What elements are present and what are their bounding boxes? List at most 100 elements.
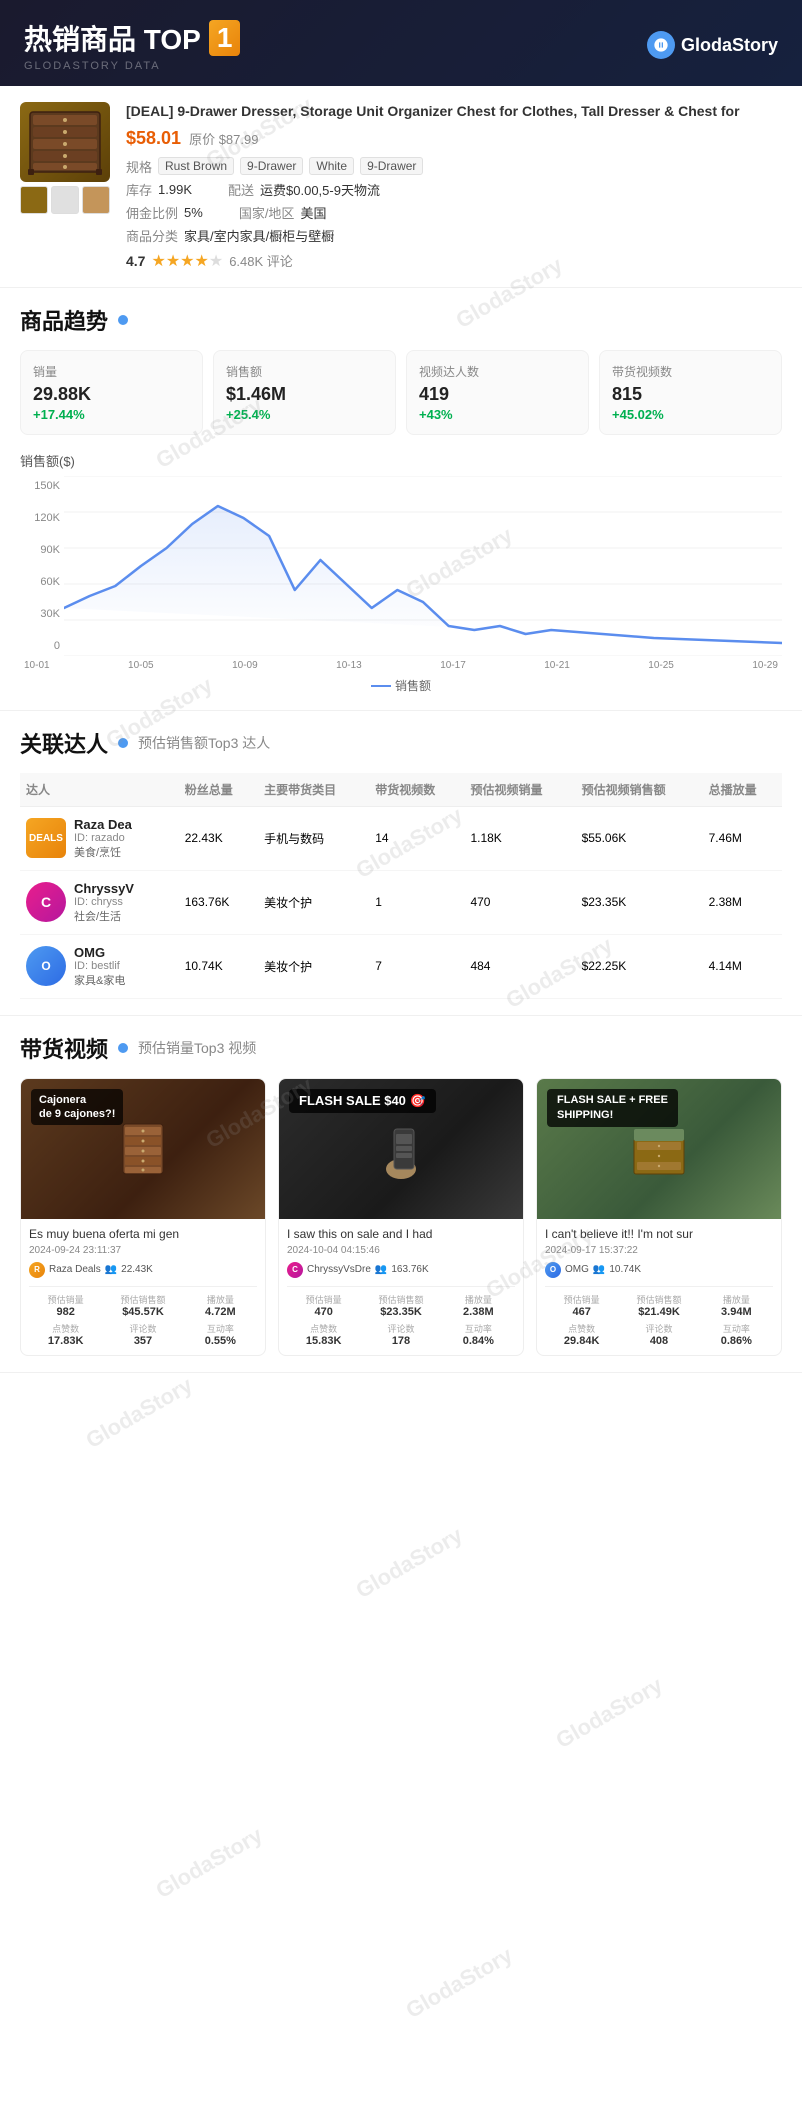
inf-category-tag-1: 美食/烹饪 <box>74 844 132 860</box>
author-avatar-2: C <box>287 1262 303 1278</box>
inf-cell-1: DEALS Raza Dea ID: razado 美食/烹饪 <box>20 806 179 870</box>
logo: GlodaStory <box>647 31 778 59</box>
inf-video-count-3: 7 <box>369 934 464 998</box>
video-stats-top-1: 预估销量 982 预估销售额 $45.57K 播放量 4.72M <box>29 1286 257 1318</box>
logo-icon <box>647 31 675 59</box>
stat-est-revenue-2: 预估销售额 $23.35K <box>364 1293 437 1318</box>
dresser-illustration <box>25 107 105 177</box>
inf-name-2: ChryssyV <box>74 881 134 896</box>
inf-est-revenue-1: $55.06K <box>576 806 703 870</box>
videos-section-header: 带货视频 预估销量Top3 视频 <box>20 1032 782 1064</box>
stat-est-revenue-3: 预估销售额 $21.49K <box>622 1293 695 1318</box>
header-left: 热销商品 TOP 1 GLODASTORY DATA <box>24 18 240 72</box>
product-inner: [DEAL] 9-Drawer Dresser, Storage Unit Or… <box>20 102 782 271</box>
stat-comments-2: 评论数 178 <box>364 1322 437 1347</box>
spec-rust-brown: Rust Brown <box>158 157 234 175</box>
rating-row: 4.7 ★★★★★ 6.48K 评论 <box>126 251 782 271</box>
inf-est-sales-1: 1.18K <box>464 806 575 870</box>
inf-name-3: OMG <box>74 945 125 960</box>
stat-est-revenue-1: 预估销售额 $45.57K <box>106 1293 179 1318</box>
inf-cell-3: O OMG ID: bestlif 家具&家电 <box>20 934 179 998</box>
col-category: 主要带货类目 <box>258 773 369 807</box>
stat-likes-3: 点赞数 29.84K <box>545 1322 618 1347</box>
rating-number: 4.7 <box>126 253 145 269</box>
table-body: DEALS Raza Dea ID: razado 美食/烹饪 22.43K 手… <box>20 806 782 998</box>
video-hand-icon <box>376 1119 426 1179</box>
table-header: 达人 粉丝总量 主要带货类目 带货视频数 预估视频销量 预估视频销售额 总播放量 <box>20 773 782 807</box>
col-influencer: 达人 <box>20 773 179 807</box>
inf-main-cat-2: 美妆个护 <box>258 870 369 934</box>
video-author-3: O OMG 👥 10.74K <box>545 1262 773 1278</box>
inf-id-2: ID: chryss <box>74 896 134 908</box>
video-thumb-2: FLASH SALE $40 🎯 <box>279 1079 523 1219</box>
video-room-icon <box>629 1119 689 1179</box>
spec-row-commission: 佣金比例 5% 国家/地区 美国 <box>126 203 782 222</box>
metric-name-2: 视频达人数 <box>419 363 576 380</box>
video-date-2: 2024-10-04 04:15:46 <box>287 1245 515 1256</box>
product-specs: 规格 Rust Brown 9-Drawer White 9-Drawer 库存… <box>126 157 782 245</box>
avatar-2: C <box>26 882 66 922</box>
video-info-2: I saw this on sale and I had 2024-10-04 … <box>279 1219 523 1355</box>
stat-engagement-1: 互动率 0.55% <box>184 1322 257 1347</box>
videos-section: 带货视频 预估销量Top3 视频 <box>0 1016 802 1373</box>
chart-title: 销售额($) <box>20 451 782 470</box>
inf-plays-2: 2.38M <box>703 870 782 934</box>
table-row: O OMG ID: bestlif 家具&家电 10.74K 美妆个护 7 48… <box>20 934 782 998</box>
metric-card-sales-volume: 销量 29.88K +17.44% <box>20 350 203 435</box>
video-overlay-2: FLASH SALE $40 🎯 <box>289 1089 436 1113</box>
stat-est-sales-2: 预估销量 470 <box>287 1293 360 1318</box>
influencer-table-wrapper: 达人 粉丝总量 主要带货类目 带货视频数 预估视频销量 预估视频销售额 总播放量… <box>20 773 782 999</box>
video-date-1: 2024-09-24 23:11:37 <box>29 1245 257 1256</box>
influencer-subtitle: 预估销售额Top3 达人 <box>138 733 270 753</box>
thumb-3 <box>82 186 110 214</box>
stat-plays-1: 播放量 4.72M <box>184 1293 257 1318</box>
stat-likes-2: 点赞数 15.83K <box>287 1322 360 1347</box>
videos-title: 带货视频 <box>20 1032 128 1064</box>
col-est-sales: 预估视频销量 <box>464 773 575 807</box>
product-images <box>20 102 110 271</box>
inf-name-1: Raza Dea <box>74 817 132 832</box>
video-title-3: I can't believe it!! I'm not sur <box>545 1227 773 1241</box>
video-thumb-1: Cajonerade 9 cajones?! <box>21 1079 265 1219</box>
avatar-3: O <box>26 946 66 986</box>
metric-card-revenue: 销售额 $1.46M +25.4% <box>213 350 396 435</box>
stat-likes-1: 点赞数 17.83K <box>29 1322 102 1347</box>
metrics-grid: 销量 29.88K +17.44% 销售额 $1.46M +25.4% 视频达人… <box>20 350 782 435</box>
product-thumbnails <box>20 186 110 214</box>
chart-area-wrapper: 150K 120K 90K 60K 30K 0 <box>20 476 782 656</box>
video-card-2: FLASH SALE $40 🎯 I saw this on sale and … <box>278 1078 524 1356</box>
influencer-table: 达人 粉丝总量 主要带货类目 带货视频数 预估视频销量 预估视频销售额 总播放量… <box>20 773 782 999</box>
metric-value-1: $1.46M <box>226 384 383 405</box>
thumb-2 <box>51 186 79 214</box>
video-title-1: Es muy buena oferta mi gen <box>29 1227 257 1241</box>
header-title: 热销商品 TOP 1 <box>24 18 240 58</box>
title-text: 热销商品 TOP <box>24 18 201 58</box>
inf-main-cat-3: 美妆个护 <box>258 934 369 998</box>
spec-row-stock: 库存 1.99K 配送 运费$0.00,5-9天物流 <box>126 180 782 199</box>
influencer-section: 关联达人 预估销售额Top3 达人 达人 粉丝总量 主要带货类目 带货视频数 预… <box>0 711 802 1016</box>
chart-legend: 销售额 <box>20 677 782 694</box>
header: 热销商品 TOP 1 GLODASTORY DATA GlodaStory <box>0 0 802 86</box>
col-video-count: 带货视频数 <box>369 773 464 807</box>
video-info-1: Es muy buena oferta mi gen 2024-09-24 23… <box>21 1219 265 1355</box>
top1-badge: 1 <box>209 20 241 56</box>
inf-fans-1: 22.43K <box>179 806 258 870</box>
chart-svg <box>64 476 782 656</box>
video-overlay-1: Cajonerade 9 cajones?! <box>31 1089 123 1126</box>
logo-text: GlodaStory <box>681 35 778 56</box>
table-row: C ChryssyV ID: chryss 社会/生活 163.76K 美妆个护… <box>20 870 782 934</box>
metric-card-influencers: 视频达人数 419 +43% <box>406 350 589 435</box>
header-subtitle: GLODASTORY DATA <box>24 60 240 72</box>
inf-id-3: ID: bestlif <box>74 960 125 972</box>
chart-container: 销售额($) 150K 120K 90K 60K 30K 0 <box>20 451 782 694</box>
inf-est-revenue-3: $22.25K <box>576 934 703 998</box>
trend-title: 商品趋势 <box>20 304 782 336</box>
chart-area <box>64 476 782 656</box>
stat-comments-1: 评论数 357 <box>106 1322 179 1347</box>
metric-change-0: +17.44% <box>33 407 190 422</box>
inf-est-sales-3: 484 <box>464 934 575 998</box>
x-axis-labels: 10-01 10-05 10-09 10-13 10-17 10-21 10-2… <box>20 660 782 671</box>
product-title: [DEAL] 9-Drawer Dresser, Storage Unit Or… <box>126 102 782 122</box>
stat-plays-2: 播放量 2.38M <box>442 1293 515 1318</box>
col-fans: 粉丝总量 <box>179 773 258 807</box>
